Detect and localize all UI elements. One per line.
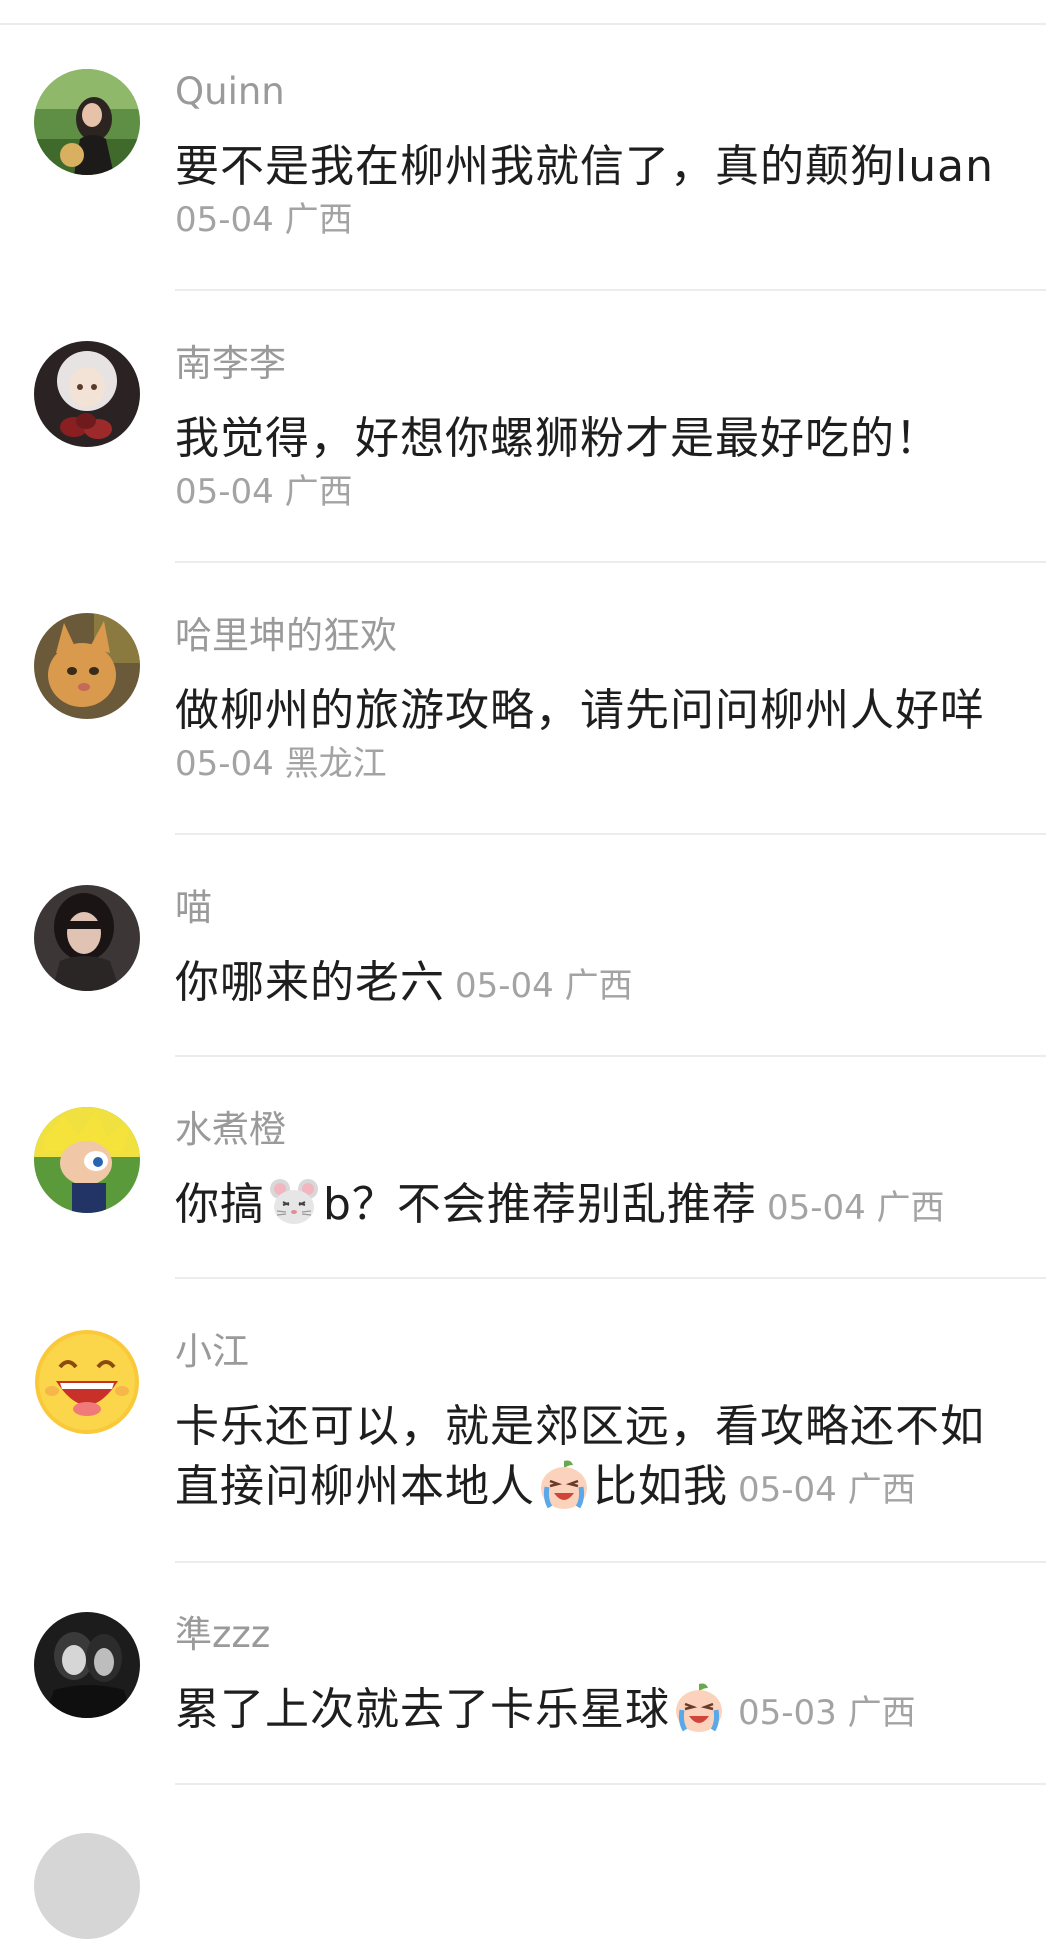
- comment-text: 卡乐还可以，就是郊区远，看攻略还不如 直接问柳州本地人 比如我 05-04 广西: [175, 1397, 1000, 1520]
- comment-meta: 05-04 广西: [175, 469, 1000, 515]
- avatar[interactable]: [34, 613, 140, 719]
- comment-divider: [175, 289, 1046, 291]
- comment-meta: 05-04 广西: [738, 1470, 916, 1510]
- comment-divider: [175, 1783, 1046, 1785]
- comment-divider: [175, 561, 1046, 563]
- comment-text: 做柳州的旅游攻略，请先问问柳州人好咩: [175, 685, 985, 736]
- avatar[interactable]: [34, 1107, 140, 1213]
- comment-date: 05-04: [175, 744, 274, 784]
- comment-region: 广西: [284, 200, 353, 240]
- comment-date: 05-04: [738, 1470, 837, 1510]
- avatar[interactable]: [34, 1612, 140, 1718]
- crying-peach-emoji-icon: [537, 1457, 591, 1511]
- comment-text-line: 卡乐还可以，就是郊区远，看攻略还不如: [175, 1401, 985, 1452]
- comment-meta: 05-04 黑龙江: [175, 741, 1000, 787]
- avatar[interactable]: [34, 1833, 140, 1939]
- comment-divider: [175, 1055, 1046, 1057]
- comment-region: 广西: [847, 1470, 916, 1510]
- comment-username[interactable]: Quinn: [175, 69, 1000, 115]
- comment-date: 05-03: [738, 1693, 837, 1733]
- avatar[interactable]: [34, 69, 140, 175]
- comment-meta: 05-04 广西: [175, 197, 1000, 243]
- comment-divider: [175, 833, 1046, 835]
- comment-text-part: 你搞: [175, 1179, 265, 1230]
- comment-region: 黑龙江: [284, 744, 387, 784]
- comment-meta: 05-04 广西: [767, 1188, 945, 1228]
- comment-username[interactable]: 喵: [175, 885, 1000, 931]
- laughing-face-icon[interactable]: [34, 1329, 140, 1435]
- avatar[interactable]: [34, 341, 140, 447]
- comment-region: 广西: [876, 1188, 945, 1228]
- comment-meta: 05-04 广西: [455, 966, 633, 1006]
- avatar[interactable]: [34, 885, 140, 991]
- comment-date: 05-04: [766, 1188, 866, 1228]
- comment-region: 广西: [284, 472, 353, 512]
- comment-text-body: 累了上次就去了卡乐星球: [175, 1684, 670, 1735]
- comment-username[interactable]: 南李李: [175, 341, 1000, 387]
- comment-text: 你搞 b？不会推荐别乱推荐 05-04 广西: [175, 1175, 1000, 1238]
- mouse-face-emoji-icon: [267, 1175, 321, 1229]
- comment-date: 05-04: [175, 200, 274, 240]
- comment-region: 广西: [564, 966, 633, 1006]
- comment-meta: 05-03 广西: [738, 1693, 916, 1733]
- comment-divider: [175, 1561, 1046, 1563]
- comment-text: 你哪来的老六 05-04 广西: [175, 953, 1000, 1016]
- comment-text-part: 比如我: [593, 1461, 728, 1512]
- comment-date: 05-04: [455, 966, 554, 1006]
- comment-text: 累了上次就去了卡乐星球 05-03 广西: [175, 1680, 1000, 1743]
- comment-username[interactable]: 準zzz: [175, 1612, 1000, 1658]
- comment-region: 广西: [847, 1693, 916, 1733]
- comment-text: 要不是我在柳州我就信了，真的颠狗luan: [175, 141, 994, 192]
- comment-text-body: 你哪来的老六: [175, 957, 445, 1008]
- comment-date: 05-04: [175, 472, 274, 512]
- comment-divider: [175, 1277, 1046, 1279]
- crying-peach-emoji-icon: [672, 1680, 726, 1734]
- comment-username[interactable]: 水煮橙: [175, 1107, 1000, 1153]
- comment-username[interactable]: 哈里坤的狂欢: [175, 613, 1000, 659]
- comment-text-part: b？不会推荐别乱推荐: [323, 1179, 757, 1230]
- comment-text-part: 直接问柳州本地人: [175, 1461, 535, 1512]
- comment-username[interactable]: 小江: [175, 1329, 1000, 1375]
- comment-text: 我觉得，好想你螺狮粉才是最好吃的！: [175, 413, 940, 464]
- top-divider: [0, 23, 1046, 25]
